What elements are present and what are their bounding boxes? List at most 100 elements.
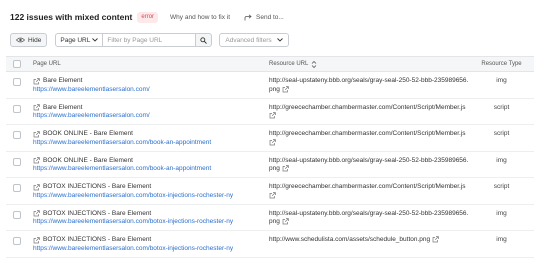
select-all-cell xyxy=(6,60,28,68)
external-link-icon[interactable] xyxy=(282,218,289,225)
page-url-link[interactable]: https://www.bareelementlasersalon.com/bo… xyxy=(33,245,266,254)
external-link-icon[interactable] xyxy=(33,131,40,138)
row-checkbox-cell xyxy=(6,77,28,86)
page-cell: BOOK ONLINE - Bare Element https://www.ba… xyxy=(28,130,266,147)
resource-url-text[interactable]: http://greecechamber.chambermaster.com/C… xyxy=(269,130,466,137)
resource-cell: http://greecechamber.chambermaster.com/C… xyxy=(266,130,469,147)
page-title-line: Bare Element xyxy=(33,77,266,86)
external-link-icon[interactable] xyxy=(282,85,289,93)
external-link-icon[interactable] xyxy=(33,210,40,217)
page-title-line: BOOK ONLINE - Bare Element xyxy=(33,130,266,139)
row-checkbox-cell xyxy=(6,157,28,166)
page-url-link[interactable]: https://www.bareelementlasersalon.com/bo… xyxy=(33,218,266,227)
resource-url-text[interactable]: http://greecechamber.chambermaster.com/C… xyxy=(269,104,466,111)
column-select[interactable]: Page URL xyxy=(55,33,104,47)
resource-url-text[interactable]: http://seal-upstateny.bbb.org/seals/gray… xyxy=(269,157,468,173)
resource-cell: http://www.schedulista.com/assets/schedu… xyxy=(266,236,469,245)
column-header-resource-type[interactable]: Resource Type xyxy=(469,61,534,67)
send-to-button[interactable]: Send to... xyxy=(244,14,284,21)
external-link-icon[interactable] xyxy=(269,191,276,199)
page-title-text: Bare Element xyxy=(43,77,83,84)
page-url-link[interactable]: https://www.bareelementlasersalon.com/ xyxy=(33,86,266,95)
page-url-link[interactable]: https://www.bareelementlasersalon.com/bo… xyxy=(33,192,266,201)
page-title-line: BOTOX INJECTIONS - Bare Element xyxy=(33,210,266,219)
resource-cell: http://seal-upstateny.bbb.org/seals/gray… xyxy=(266,157,469,174)
page-cell: Bare Element https://www.bareelementlaser… xyxy=(28,104,266,121)
page-cell: BOOK ONLINE - Bare Element https://www.ba… xyxy=(28,157,266,174)
chevron-down-icon xyxy=(277,38,284,42)
column-header-page-url[interactable]: Page URL xyxy=(28,61,266,67)
chevron-down-icon xyxy=(92,38,99,42)
row-checkbox-cell xyxy=(6,183,28,192)
row-checkbox-cell xyxy=(6,130,28,139)
status-badge: error xyxy=(137,11,159,23)
advanced-filters-label: Advanced filters xyxy=(225,36,272,44)
resource-cell: http://greecechamber.chambermaster.com/C… xyxy=(266,183,469,200)
filter-input[interactable]: Filter by Page URL xyxy=(103,33,197,47)
page-title-line: BOOK ONLINE - Bare Element xyxy=(33,157,266,166)
page-url-link[interactable]: https://www.bareelementlasersalon.com/ xyxy=(33,112,266,121)
resource-url-header-label: Resource URL xyxy=(269,61,309,67)
page-title-text: BOTOX INJECTIONS - Bare Element xyxy=(43,183,152,190)
hide-label: Hide xyxy=(28,36,42,44)
column-select-value: Page URL xyxy=(60,36,91,44)
table-row: Bare Element https://www.bareelementlaser… xyxy=(6,72,534,99)
table-row: Bare Element https://www.bareelementlaser… xyxy=(6,99,534,125)
row-checkbox-cell xyxy=(6,104,28,113)
resource-type-cell: img xyxy=(496,156,507,164)
table-body: Bare Element https://www.bareelementlaser… xyxy=(6,72,534,258)
help-link[interactable]: Why and how to fix it xyxy=(170,14,230,21)
table-header: Page URL Resource URL Resource Type xyxy=(6,56,534,72)
eye-icon xyxy=(16,37,25,43)
row-checkbox[interactable] xyxy=(13,157,21,166)
select-all-checkbox[interactable] xyxy=(13,60,21,68)
hide-button[interactable]: Hide xyxy=(10,33,48,47)
report-header: 122 issues with mixed content error Why … xyxy=(10,8,284,26)
page-title-text: BOOK ONLINE - Bare Element xyxy=(43,130,133,137)
resource-type-cell: img xyxy=(496,236,507,243)
page-title-text: BOTOX INJECTIONS - Bare Element xyxy=(43,236,152,243)
table-row: BOOK ONLINE - Bare Element https://www.ba… xyxy=(6,125,534,152)
sort-icon xyxy=(312,60,317,68)
page-cell: BOTOX INJECTIONS - Bare Element https://w… xyxy=(28,183,266,200)
page-url-link[interactable]: https://www.bareelementlasersalon.com/bo… xyxy=(33,165,266,174)
search-icon xyxy=(200,36,208,44)
external-link-icon[interactable] xyxy=(282,165,289,172)
advanced-filters-dropdown[interactable]: Advanced filters xyxy=(219,33,290,47)
table-row: BOTOX INJECTIONS - Bare Element https://w… xyxy=(6,178,534,205)
row-checkbox[interactable] xyxy=(13,210,21,219)
external-link-icon[interactable] xyxy=(33,184,40,191)
page-title: 122 issues with mixed content xyxy=(10,12,133,22)
external-link-icon[interactable] xyxy=(432,236,439,243)
row-checkbox[interactable] xyxy=(13,104,21,113)
page-title-line: Bare Element xyxy=(33,104,266,113)
row-checkbox-cell xyxy=(6,210,28,219)
external-link-icon[interactable] xyxy=(33,157,40,164)
external-link-icon[interactable] xyxy=(33,78,40,85)
resource-url-text[interactable]: http://seal-upstateny.bbb.org/seals/gray… xyxy=(269,210,468,226)
external-link-icon[interactable] xyxy=(33,237,40,244)
page-title-line: BOTOX INJECTIONS - Bare Element xyxy=(33,236,266,245)
table-row: BOTOX INJECTIONS - Bare Element https://w… xyxy=(6,205,534,231)
row-checkbox[interactable] xyxy=(13,78,21,86)
resource-type-cell: img xyxy=(496,209,507,217)
external-link-icon[interactable] xyxy=(33,104,40,111)
row-checkbox[interactable] xyxy=(13,237,21,245)
resource-url-text[interactable]: http://seal-upstateny.bbb.org/seals/gray… xyxy=(269,77,468,93)
share-arrow-icon xyxy=(244,13,252,20)
page-cell: BOTOX INJECTIONS - Bare Element https://w… xyxy=(28,210,266,227)
row-checkbox[interactable] xyxy=(13,131,21,139)
send-to-label: Send to... xyxy=(256,13,284,21)
filter-toolbar: Hide Page URL Filter by Page URL Advance… xyxy=(10,33,290,47)
resource-url-text[interactable]: http://www.schedulista.com/assets/schedu… xyxy=(269,236,430,243)
search-button[interactable] xyxy=(196,33,213,47)
page-cell: Bare Element https://www.bareelementlaser… xyxy=(28,77,266,94)
column-header-resource-url[interactable]: Resource URL xyxy=(266,60,469,68)
page-url-link[interactable]: https://www.bareelementlasersalon.com/bo… xyxy=(33,139,266,148)
resource-type-cell: script xyxy=(493,103,510,111)
resource-url-text[interactable]: http://greecechamber.chambermaster.com/C… xyxy=(269,183,466,190)
external-link-icon[interactable] xyxy=(269,138,276,146)
page-title-text: BOOK ONLINE - Bare Element xyxy=(43,156,133,164)
row-checkbox[interactable] xyxy=(13,184,21,192)
external-link-icon[interactable] xyxy=(269,112,276,119)
